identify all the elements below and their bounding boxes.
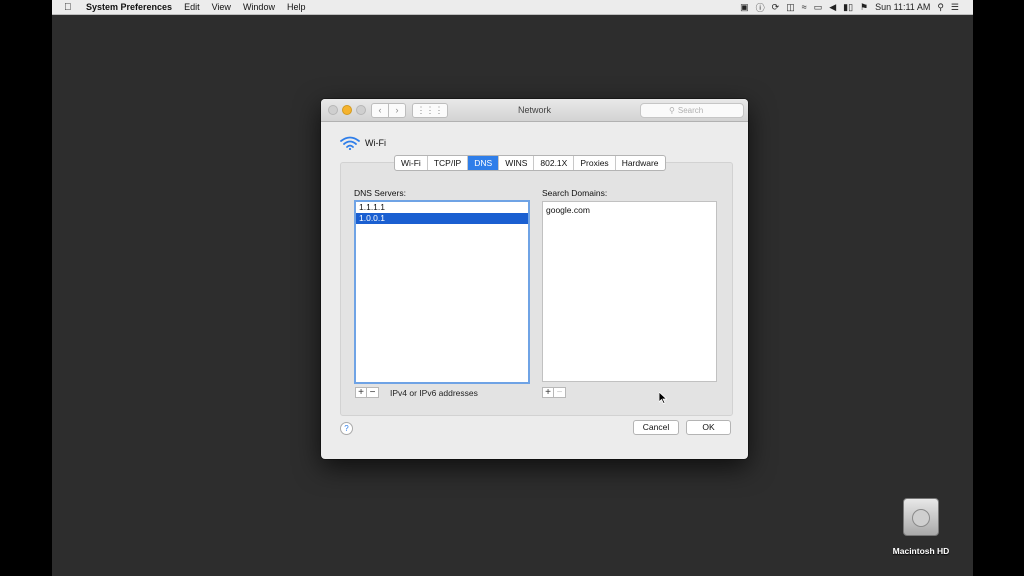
menu-bar:  System Preferences Edit View Window He… [52,0,973,15]
add-search-domain-button[interactable]: + [542,387,554,398]
flag-icon[interactable]: ⚑ [860,2,868,13]
dns-server-row[interactable]: 1.1.1.1 [356,202,528,213]
wifi-status-icon[interactable]: ≈ [802,2,807,12]
dns-server-row[interactable]: 1.0.0.1 [356,213,528,224]
search-icon: ⚲ [669,106,675,115]
menu-window[interactable]: Window [243,2,275,12]
search-placeholder: Search [677,106,704,115]
search-field[interactable]: ⚲ Search [640,103,744,118]
network-window: ‹ › ⋮⋮⋮ Network ⚲ Search Wi-Fi Wi-Fi TCP/… [321,99,748,459]
menu-help[interactable]: Help [287,2,306,12]
remove-search-domain-button[interactable]: − [554,387,566,398]
macintosh-hd-desktop-item[interactable]: Macintosh HD [892,498,950,556]
status-area: ▣ ⓘ ⟳ ◫ ≈ ▭ ◀ ▮▯ ⚑ Sun 11:11 AM ⚲ ☰ [740,1,959,14]
search-domains-label: Search Domains: [542,188,608,198]
tab-tcpip[interactable]: TCP/IP [428,156,469,170]
tab-proxies[interactable]: Proxies [574,156,616,170]
sync-icon[interactable]: ⟳ [772,2,780,13]
wifi-icon [340,136,360,150]
spotlight-icon[interactable]: ⚲ [937,2,944,13]
search-domains-list[interactable]: google.com [542,201,717,382]
dns-servers-hint: IPv4 or IPv6 addresses [390,388,478,398]
cancel-button[interactable]: Cancel [633,420,679,435]
mouse-cursor-icon [659,392,667,404]
airplay-icon[interactable]: ▭ [814,2,823,13]
menu-app-name[interactable]: System Preferences [86,2,172,12]
battery-icon[interactable]: ▮▯ [843,2,853,13]
volume-icon[interactable]: ◀ [829,2,836,13]
tab-hardware[interactable]: Hardware [616,156,665,170]
drive-label: Macintosh HD [892,546,950,556]
tab-wins[interactable]: WINS [499,156,535,170]
help-button[interactable]: ? [340,422,353,435]
tab-bar: Wi-Fi TCP/IP DNS WINS 802.1X Proxies Har… [394,155,666,171]
shield-icon[interactable]: ◫ [786,2,795,13]
content: Wi-Fi Wi-Fi TCP/IP DNS WINS 802.1X Proxi… [328,124,741,447]
clock[interactable]: Sun 11:11 AM [875,2,930,12]
screen-record-icon[interactable]: ▣ [740,2,749,13]
apple-menu-icon[interactable]:  [64,2,78,13]
search-domain-row[interactable]: google.com [543,205,716,216]
add-dns-server-button[interactable]: + [355,387,367,398]
tab-wifi[interactable]: Wi-Fi [395,156,428,170]
info-icon[interactable]: ⓘ [756,1,765,14]
menu-view[interactable]: View [212,2,231,12]
ok-button[interactable]: OK [686,420,731,435]
hard-drive-icon [903,498,939,536]
dns-servers-label: DNS Servers: [354,188,406,198]
menu-edit[interactable]: Edit [184,2,200,12]
tab-dns[interactable]: DNS [468,156,500,170]
notification-center-icon[interactable]: ☰ [951,2,959,13]
tab-8021x[interactable]: 802.1X [534,156,575,170]
title-bar: ‹ › ⋮⋮⋮ Network ⚲ Search [321,99,748,122]
dns-servers-list[interactable]: 1.1.1.1 1.0.0.1 [354,200,530,384]
dns-server-controls: + − [355,387,379,398]
interface-name: Wi-Fi [365,138,386,148]
search-domain-controls: + − [542,387,566,398]
remove-dns-server-button[interactable]: − [367,387,379,398]
